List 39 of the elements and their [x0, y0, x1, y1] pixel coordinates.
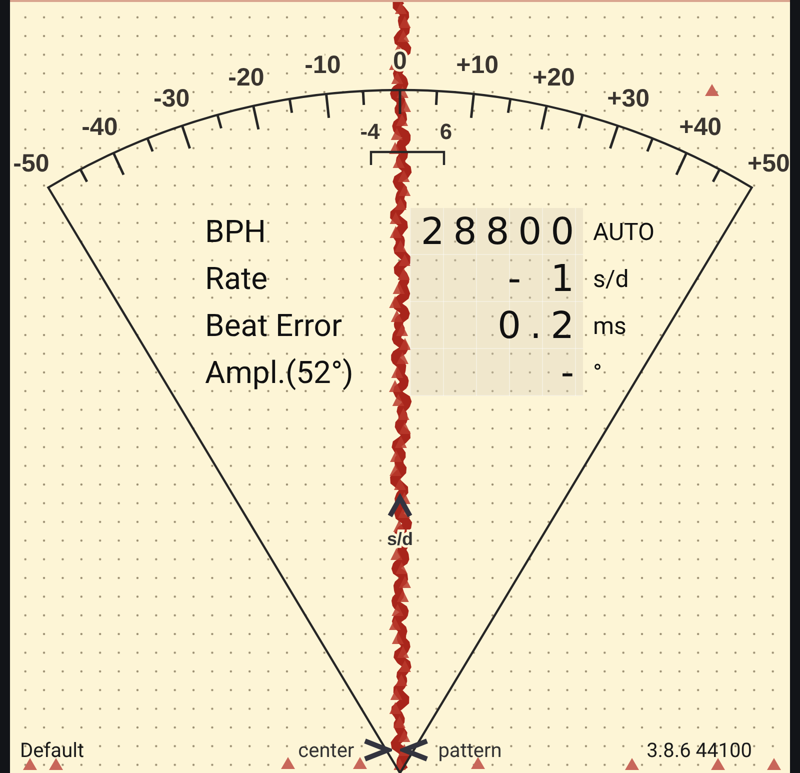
center-label: center — [298, 738, 354, 762]
triangle-marker — [353, 757, 367, 769]
scale-label: -40 — [82, 113, 118, 142]
preset-label: Default — [20, 738, 84, 762]
triangle-marker — [705, 84, 719, 96]
reading-value: 28800 — [410, 208, 583, 255]
reading-unit: s/d — [592, 264, 630, 292]
reading-unit: ° — [592, 358, 603, 386]
reading-value: - 1 — [410, 255, 583, 302]
reading-unit: ms — [592, 312, 628, 340]
scale-label: -10 — [304, 51, 341, 80]
bracket-label: 6 — [440, 119, 452, 144]
version-label: 3.8.6 44100 — [646, 738, 752, 762]
reading-label: Ampl.(52°) — [205, 353, 354, 393]
scale-label: +20 — [532, 64, 575, 92]
triangle-marker — [49, 758, 63, 770]
caret-up-icon — [388, 492, 412, 518]
scale-label: +10 — [456, 51, 499, 80]
pattern-label: pattern — [438, 738, 502, 762]
triangle-marker — [281, 757, 295, 769]
scale-label: -50 — [13, 149, 50, 178]
scale-label: -30 — [154, 84, 190, 112]
bracket-label: -4 — [360, 119, 380, 144]
scale-label: +40 — [679, 113, 722, 142]
reading-label: Rate — [205, 259, 269, 299]
triangle-marker — [625, 758, 639, 770]
scale-label: -20 — [228, 64, 264, 92]
triangle-marker — [23, 758, 37, 770]
reading-label: Beat Error — [205, 306, 343, 346]
scale-label: +30 — [607, 84, 650, 112]
triangle-marker — [711, 758, 725, 770]
chevron-right-icon — [362, 738, 392, 762]
reading-value: - — [410, 349, 583, 396]
reading-unit: AUTO — [592, 218, 655, 246]
triangle-marker — [767, 758, 781, 770]
reading-label: BPH — [205, 212, 267, 252]
chevron-left-icon — [400, 738, 430, 762]
reading-value: 0.2 — [410, 302, 583, 349]
scale-label: +50 — [748, 149, 790, 178]
